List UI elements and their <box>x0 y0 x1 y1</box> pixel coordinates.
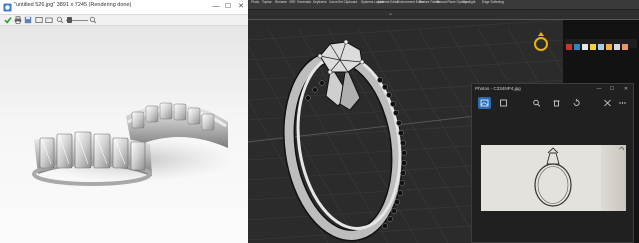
photos-close-button[interactable]: ✕ <box>622 85 630 93</box>
palette-swatch-icon[interactable] <box>582 44 588 50</box>
maximize-button[interactable]: ☐ <box>223 1 233 13</box>
photos-title: Photos - C334NP4.jpg <box>475 86 521 91</box>
zoom-slider-handle[interactable] <box>67 17 72 23</box>
minimize-button[interactable]: — <box>211 1 221 13</box>
ribbon-collapse-icon[interactable]: ⌄ <box>388 10 393 18</box>
render-app-icon <box>3 3 12 12</box>
ribbon-item[interactable]: Generator <box>297 0 311 5</box>
palette-swatch-icon[interactable] <box>614 44 620 50</box>
rotate-icon[interactable] <box>570 97 583 109</box>
palette-swatch-icon[interactable] <box>566 44 572 50</box>
rendered-rings-image <box>32 102 233 186</box>
ribbon-item[interactable]: Keyframe <box>313 0 327 5</box>
photos-window: Photos - C334NP4.jpg — ☐ ✕ <box>471 83 634 243</box>
palette-swatch-icon[interactable] <box>590 44 596 50</box>
palette-swatch-icon[interactable] <box>606 44 612 50</box>
ribbon-item[interactable]: Topbar <box>262 0 272 5</box>
render-window: "untitled 526.jpg" 3891 x 7245 (Renderin… <box>0 0 248 243</box>
ribbon-item[interactable]: Rename <box>275 0 287 5</box>
render-toolbar <box>0 15 248 26</box>
ribbon-item[interactable]: Set Clipboard <box>338 0 357 5</box>
print-icon[interactable] <box>14 16 22 24</box>
ribbon-item[interactable]: Carve <box>329 0 338 5</box>
ring-sketch <box>534 146 625 207</box>
photos-minimize-button[interactable]: — <box>595 85 603 93</box>
folder-icon[interactable] <box>45 16 53 24</box>
zoom-out-icon[interactable] <box>56 16 64 24</box>
side-panel-icon-strip <box>565 39 637 50</box>
more-icon[interactable] <box>616 97 629 109</box>
photos-maximize-button[interactable]: ☐ <box>608 85 616 93</box>
zoom-icon[interactable] <box>530 97 543 109</box>
ribbon-item[interactable]: Photo <box>251 0 259 5</box>
render-canvas <box>0 26 248 243</box>
zoom-in-icon[interactable] <box>89 16 97 24</box>
crop-icon[interactable] <box>497 97 510 109</box>
ribbon-item[interactable]: Spotlight <box>463 0 475 5</box>
image-icon[interactable] <box>35 16 43 24</box>
cad-ribbon: Photo Topbar Rename VRE Generator Keyfra… <box>248 0 639 10</box>
image-icon[interactable] <box>478 97 491 109</box>
ring-model[interactable] <box>278 39 411 243</box>
palette-swatch-icon[interactable] <box>598 44 604 50</box>
cad-ribbon-collapse-strip: ⌄ <box>248 10 639 20</box>
photos-image-sketch <box>481 145 626 211</box>
close-button[interactable]: ✕ <box>236 1 246 13</box>
save-icon[interactable] <box>24 16 32 24</box>
render-window-titlebar[interactable]: "untitled 526.jpg" 3891 x 7245 (Renderin… <box>0 0 248 15</box>
palette-swatch-icon[interactable] <box>574 44 580 50</box>
render-window-title: "untitled 526.jpg" 3891 x 7245 (Renderin… <box>14 2 132 8</box>
photos-titlebar[interactable]: Photos - C334NP4.jpg — ☐ ✕ <box>472 84 633 94</box>
ribbon-item[interactable]: Edge Softening <box>482 0 504 5</box>
ribbon-item[interactable]: VRE <box>289 0 296 5</box>
view-gizmo[interactable] <box>534 32 548 51</box>
edit-icon[interactable] <box>601 97 614 109</box>
photos-toolbar <box>472 94 633 112</box>
screen: "untitled 526.jpg" 3891 x 7245 (Renderin… <box>0 0 639 243</box>
ribbon-item[interactable]: Material Editor <box>378 0 399 5</box>
delete-icon[interactable] <box>550 97 563 109</box>
palette-swatch-icon[interactable] <box>622 44 628 50</box>
check-icon[interactable] <box>4 16 12 24</box>
